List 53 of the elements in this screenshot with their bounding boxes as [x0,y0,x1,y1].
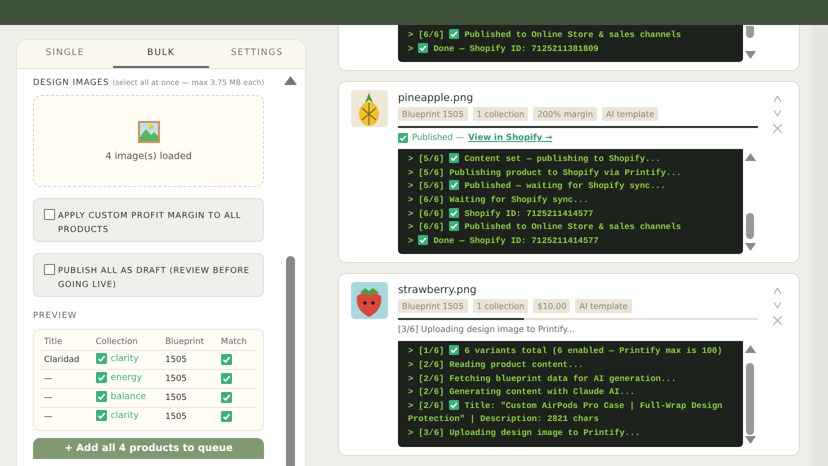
table-cell: 1505 [161,370,217,388]
log-line: > [6/6] Waiting for Shopify sync... [408,194,590,207]
status-text: Published — [412,133,464,144]
table-cell: — [40,388,92,408]
tag: Blueprint 1505 [398,299,468,314]
log-line: > [5/6] Content set — publishing to Shopify... [408,153,662,166]
log-line: > [1/6] 6 variants total (6 enabled — Printify max is 100) [408,345,724,358]
drop-zone[interactable]: 4 image(s) loaded [33,95,264,187]
file-name: pineapple.png [398,92,474,104]
log-line: > [5/6] Published — waiting for Shopify sync... [408,180,667,194]
column-header: Collection [92,334,162,350]
log-line: > [3/6] Uploading design image to Printify... [408,426,642,440]
tag: 200% margin [533,107,597,122]
log-line: > Done — Shopify ID: 7125211414577 [408,234,600,248]
log-line: > [2/6] Fetching blueprint data for AI generation... [408,372,678,386]
tag: AI template [575,299,632,314]
option-card[interactable]: PUBLISH ALL AS DRAFT (REVIEW BEFORE GOING LIVE) [33,253,264,297]
tag: $10.00 [533,299,570,314]
log-line: > [2/6] Reading product content... [408,358,584,372]
table-cell: — [40,408,92,426]
tab[interactable]: SETTINGS [209,40,305,68]
table-cell: — [40,370,92,388]
log-line: > [6/6] Published to Online Store & sales channels [408,221,682,234]
status-text: [3/6] Uploading design image to Printify... [398,325,575,336]
column-header: Match [216,334,258,350]
tab[interactable]: SINGLE [17,40,113,68]
log-line: > [2/6] Generating content with Claude AI... [408,386,636,400]
option-card[interactable]: APPLY CUSTOM PROFIT MARGIN TO ALL PRODUCTS [33,198,264,242]
option-label: APPLY CUSTOM PROFIT MARGIN TO ALL PRODUCTS [58,209,242,236]
table-cell: 1505 [161,350,217,370]
log-line: > [2/6] Title: "Custom AirPods Pro Case | Full-Wrap Design Protection" | Description: 2821 chars [408,400,724,426]
column-header: Title [40,334,92,350]
upload-status: 4 image(s) loaded [106,150,192,162]
log-line: > Done — Shopify ID: 7125211381809 [408,42,600,56]
collection-tag: energy [110,372,142,382]
option-label: PUBLISH ALL AS DRAFT (REVIEW BEFORE GOING LIVE) [58,264,251,291]
tag: 1 collection [472,107,528,122]
log-line: > [6/6] Published to Online Store & sales channels [408,29,682,42]
tag: AI template [602,107,658,122]
tag: Blueprint 1505 [398,107,468,122]
log-line: > [5/6] Publishing product to Shopify via Printify... [408,166,682,180]
collection-tag: clarity [110,354,139,364]
tab[interactable]: BULK [113,40,209,68]
section-label: PREVIEW [33,311,78,321]
collection-tag: clarity [110,410,139,420]
collection-tag: balance [110,392,146,402]
table-cell: Claridad [40,350,92,370]
file-name: strawberry.png [398,284,478,296]
column-header: Blueprint [161,334,217,350]
log-line: > [6/6] Shopify ID: 7125211414577 [408,208,594,221]
table-cell: 1505 [161,388,217,408]
table-cell: 1505 [161,408,217,426]
tag: 1 collection [472,299,528,314]
